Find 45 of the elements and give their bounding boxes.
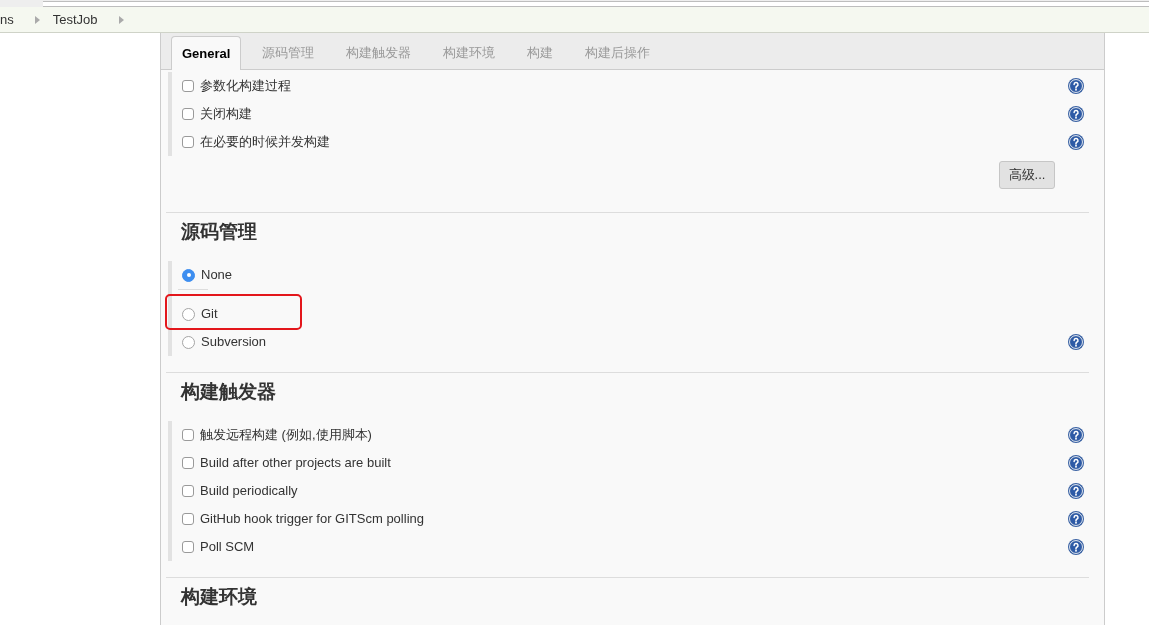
section-heading: 构建环境 xyxy=(181,585,257,609)
option-label: Poll SCM xyxy=(200,538,255,557)
option-label: None xyxy=(201,266,233,285)
help-icon[interactable] xyxy=(1068,455,1084,471)
checkbox[interactable] xyxy=(182,485,194,497)
checkbox[interactable] xyxy=(182,457,194,469)
advanced-button[interactable]: 高级... xyxy=(999,161,1055,189)
help-icon[interactable] xyxy=(1068,539,1084,555)
option-label: 在必要的时候并发构建 xyxy=(200,133,330,152)
option-label: 触发远程构建 (例如,使用脚本) xyxy=(200,426,372,445)
tab[interactable]: General xyxy=(171,36,242,70)
option-label: Build periodically xyxy=(200,482,298,501)
checkbox[interactable] xyxy=(182,108,194,120)
tab[interactable]: 构建触发器 xyxy=(335,36,423,69)
checkbox[interactable] xyxy=(182,513,194,525)
tab[interactable]: 构建环境 xyxy=(432,36,507,69)
option-label: GitHub hook trigger for GITScm polling xyxy=(200,510,424,529)
help-icon[interactable] xyxy=(1068,78,1084,94)
caret-right-icon xyxy=(34,15,40,24)
checkbox[interactable] xyxy=(182,541,194,553)
option-label: 参数化构建过程 xyxy=(200,77,291,96)
option-label: Subversion xyxy=(201,333,267,352)
radio-button[interactable] xyxy=(182,335,195,349)
help-icon[interactable] xyxy=(1068,334,1084,350)
help-icon[interactable] xyxy=(1068,134,1084,150)
help-icon[interactable] xyxy=(1068,483,1084,499)
radio-button[interactable] xyxy=(182,268,195,282)
option-label: Git xyxy=(201,305,218,324)
checkbox[interactable] xyxy=(182,136,194,148)
section-heading: 源码管理 xyxy=(181,220,257,244)
checkbox[interactable] xyxy=(182,80,194,92)
caret-right-icon xyxy=(118,15,124,24)
option-label: Build after other projects are built xyxy=(200,454,391,473)
radio-button[interactable] xyxy=(182,307,195,321)
tab[interactable]: 构建 xyxy=(516,36,565,69)
option-label: 关闭构建 xyxy=(200,105,252,124)
help-icon[interactable] xyxy=(1068,427,1084,443)
tab[interactable]: 构建后操作 xyxy=(574,36,662,69)
breadcrumb-link[interactable]: ns xyxy=(0,9,14,30)
help-icon[interactable] xyxy=(1068,511,1084,527)
breadcrumb-link[interactable]: TestJob xyxy=(52,9,98,30)
tab[interactable]: 源码管理 xyxy=(251,36,326,69)
checkbox[interactable] xyxy=(182,429,194,441)
help-icon[interactable] xyxy=(1068,106,1084,122)
section-heading: 构建触发器 xyxy=(181,380,276,404)
